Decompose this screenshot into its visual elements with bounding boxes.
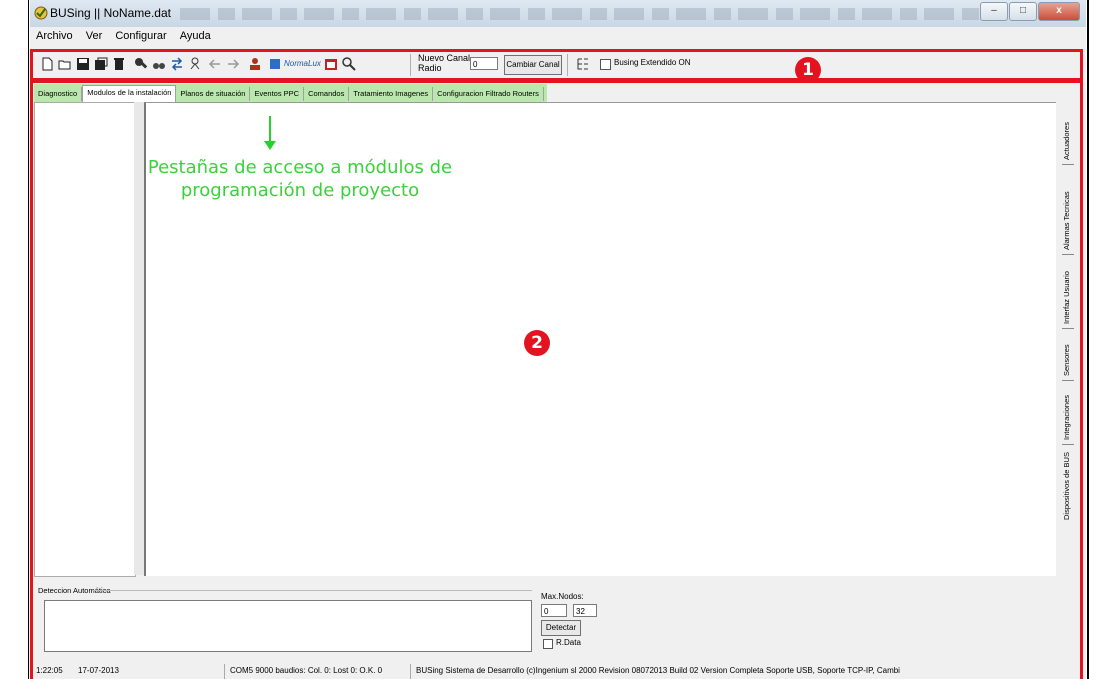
- save-as-icon[interactable]: [94, 57, 108, 71]
- blurred-background-area: [180, 8, 1000, 20]
- side-tab-separator: [1062, 164, 1074, 165]
- tab-modulos[interactable]: Modulos de la instalación: [82, 85, 177, 102]
- app-window: BUSing || NoName.dat – □ x Archivo Ver C…: [30, 0, 1086, 679]
- cambiar-canal-button[interactable]: Cambiar Canal: [504, 55, 562, 75]
- status-bar: 1:22:05 17-07-2013 COM5 9000 baudios: Co…: [34, 664, 1079, 679]
- menu-bar: Archivo Ver Configurar Ayuda: [30, 28, 1086, 46]
- app-logo-icon: [34, 6, 48, 20]
- status-separator: [410, 664, 411, 679]
- left-border: [28, 0, 29, 679]
- detectar-button[interactable]: Detectar: [541, 620, 581, 636]
- forward-arrow-icon[interactable]: [226, 57, 240, 71]
- annotation-text: Pestañas de acceso a módulos de programa…: [147, 157, 453, 201]
- menu-archivo[interactable]: Archivo: [30, 28, 77, 42]
- tree-panel[interactable]: [34, 102, 136, 577]
- rdata-label: R.Data: [556, 638, 581, 647]
- tab-configuracion-filtrado[interactable]: Configuracion Filtrado Routers: [433, 87, 544, 101]
- side-tab-sensores-label: Sensores: [1062, 344, 1071, 376]
- menu-ver[interactable]: Ver: [80, 28, 107, 42]
- side-tab-dispositivos-bus[interactable]: Dispositivos de BUS: [1060, 446, 1078, 522]
- nuevo-canal-label: Nuevo Canal Radio: [418, 53, 470, 73]
- tab-planos[interactable]: Planos de situación: [176, 87, 251, 101]
- toolbar: NormaLux Nuevo Canal Radio 0 Cambiar Can…: [34, 53, 1079, 77]
- open-folder-icon[interactable]: [58, 57, 72, 71]
- new-file-icon[interactable]: [40, 57, 54, 71]
- window-controls: – □ x: [979, 2, 1080, 21]
- nuevo-canal-input[interactable]: 0: [470, 57, 498, 70]
- group-box-line: [92, 590, 532, 591]
- tool-icon[interactable]: [134, 57, 148, 71]
- side-tab-actuadores-label: Actuadores: [1062, 122, 1071, 160]
- normalux-label[interactable]: NormaLux: [284, 59, 321, 68]
- side-tab-sensores[interactable]: Sensores: [1060, 330, 1078, 378]
- module-tabs: Diagnostico Modulos de la instalación Pl…: [34, 85, 544, 102]
- side-tab-interfaz-label: Interfaz Usuario: [1062, 271, 1071, 324]
- side-tab-integraciones[interactable]: Integraciones: [1060, 382, 1078, 442]
- bus-tree-icon[interactable]: [576, 57, 590, 71]
- side-tab-alarmas-label: Alarmas Tecnicas: [1062, 191, 1071, 250]
- menu-ayuda[interactable]: Ayuda: [174, 28, 215, 42]
- zoom-icon[interactable]: [342, 57, 356, 71]
- status-date: 17-07-2013: [78, 666, 119, 675]
- delete-icon[interactable]: [112, 57, 126, 71]
- menu-configurar[interactable]: Configurar: [109, 28, 170, 42]
- status-com: COM5 9000 baudios: Col. 0: Lost 0: O.K. …: [230, 666, 383, 675]
- back-arrow-icon[interactable]: [208, 57, 222, 71]
- badge-two: 2: [524, 330, 550, 356]
- side-tab-separator: [1062, 254, 1074, 255]
- side-tab-alarmas[interactable]: Alarmas Tecnicas: [1060, 166, 1078, 252]
- nuevo-canal-text: Nuevo Canal Radio: [418, 53, 471, 73]
- max-nodos-to-input[interactable]: 32: [573, 604, 597, 617]
- annotation-arrow: [269, 116, 271, 144]
- calendar-icon[interactable]: [324, 57, 338, 71]
- side-tab-actuadores[interactable]: Actuadores: [1060, 102, 1078, 162]
- tab-tratamiento-imagenes[interactable]: Tratamiento Imagenes: [349, 87, 434, 101]
- side-tab-separator: [1062, 328, 1074, 329]
- window-title: BUSing || NoName.dat: [50, 6, 171, 20]
- side-tab-separator: [1062, 444, 1074, 445]
- title-bar: BUSing || NoName.dat – □ x: [30, 0, 1086, 27]
- toolbar-separator: [567, 54, 568, 76]
- screenshot: BUSing || NoName.dat – □ x Archivo Ver C…: [0, 0, 1096, 679]
- tab-diagnostico[interactable]: Diagnostico: [34, 87, 83, 101]
- side-tab-dispositivos-label: Dispositivos de BUS: [1062, 452, 1071, 520]
- maximize-button[interactable]: □: [1009, 2, 1037, 21]
- tab-eventos-ppc[interactable]: Eventos PPC: [250, 87, 305, 101]
- network-icon[interactable]: [188, 57, 202, 71]
- rdata-checkbox[interactable]: [543, 639, 553, 649]
- busing-extendido-checkbox[interactable]: [600, 59, 611, 70]
- binoculars-icon[interactable]: [152, 57, 166, 71]
- tab-comandos[interactable]: Comandos: [304, 87, 350, 101]
- deteccion-log-textarea[interactable]: [44, 600, 532, 652]
- detection-panel: Deteccion Automática Max.Nodos: 0 32 Det…: [34, 582, 1079, 654]
- toolbar-separator: [410, 54, 411, 76]
- annotation-arrow-head: [264, 141, 276, 150]
- close-button[interactable]: x: [1038, 2, 1080, 21]
- max-nodos-label: Max.Nodos:: [541, 592, 584, 601]
- status-info: BUSing Sistema de Desarrollo (c)Ingenium…: [416, 666, 900, 675]
- max-nodos-from-input[interactable]: 0: [541, 604, 567, 617]
- minimize-button[interactable]: –: [980, 2, 1008, 21]
- transfer-icon[interactable]: [170, 57, 184, 71]
- normalux-icon[interactable]: [268, 57, 282, 71]
- user-icon[interactable]: [248, 57, 262, 71]
- status-separator: [224, 664, 225, 679]
- save-icon[interactable]: [76, 57, 90, 71]
- busing-extendido-label: Busing Extendido ON: [614, 58, 691, 67]
- side-tab-separator: [1062, 380, 1074, 381]
- side-tabs: Actuadores Alarmas Tecnicas Interfaz Usu…: [1060, 102, 1078, 522]
- status-time: 1:22:05: [36, 666, 63, 675]
- side-tab-integraciones-label: Integraciones: [1062, 394, 1071, 440]
- right-border: [1087, 0, 1089, 679]
- side-tab-interfaz-usuario[interactable]: Interfaz Usuario: [1060, 256, 1078, 326]
